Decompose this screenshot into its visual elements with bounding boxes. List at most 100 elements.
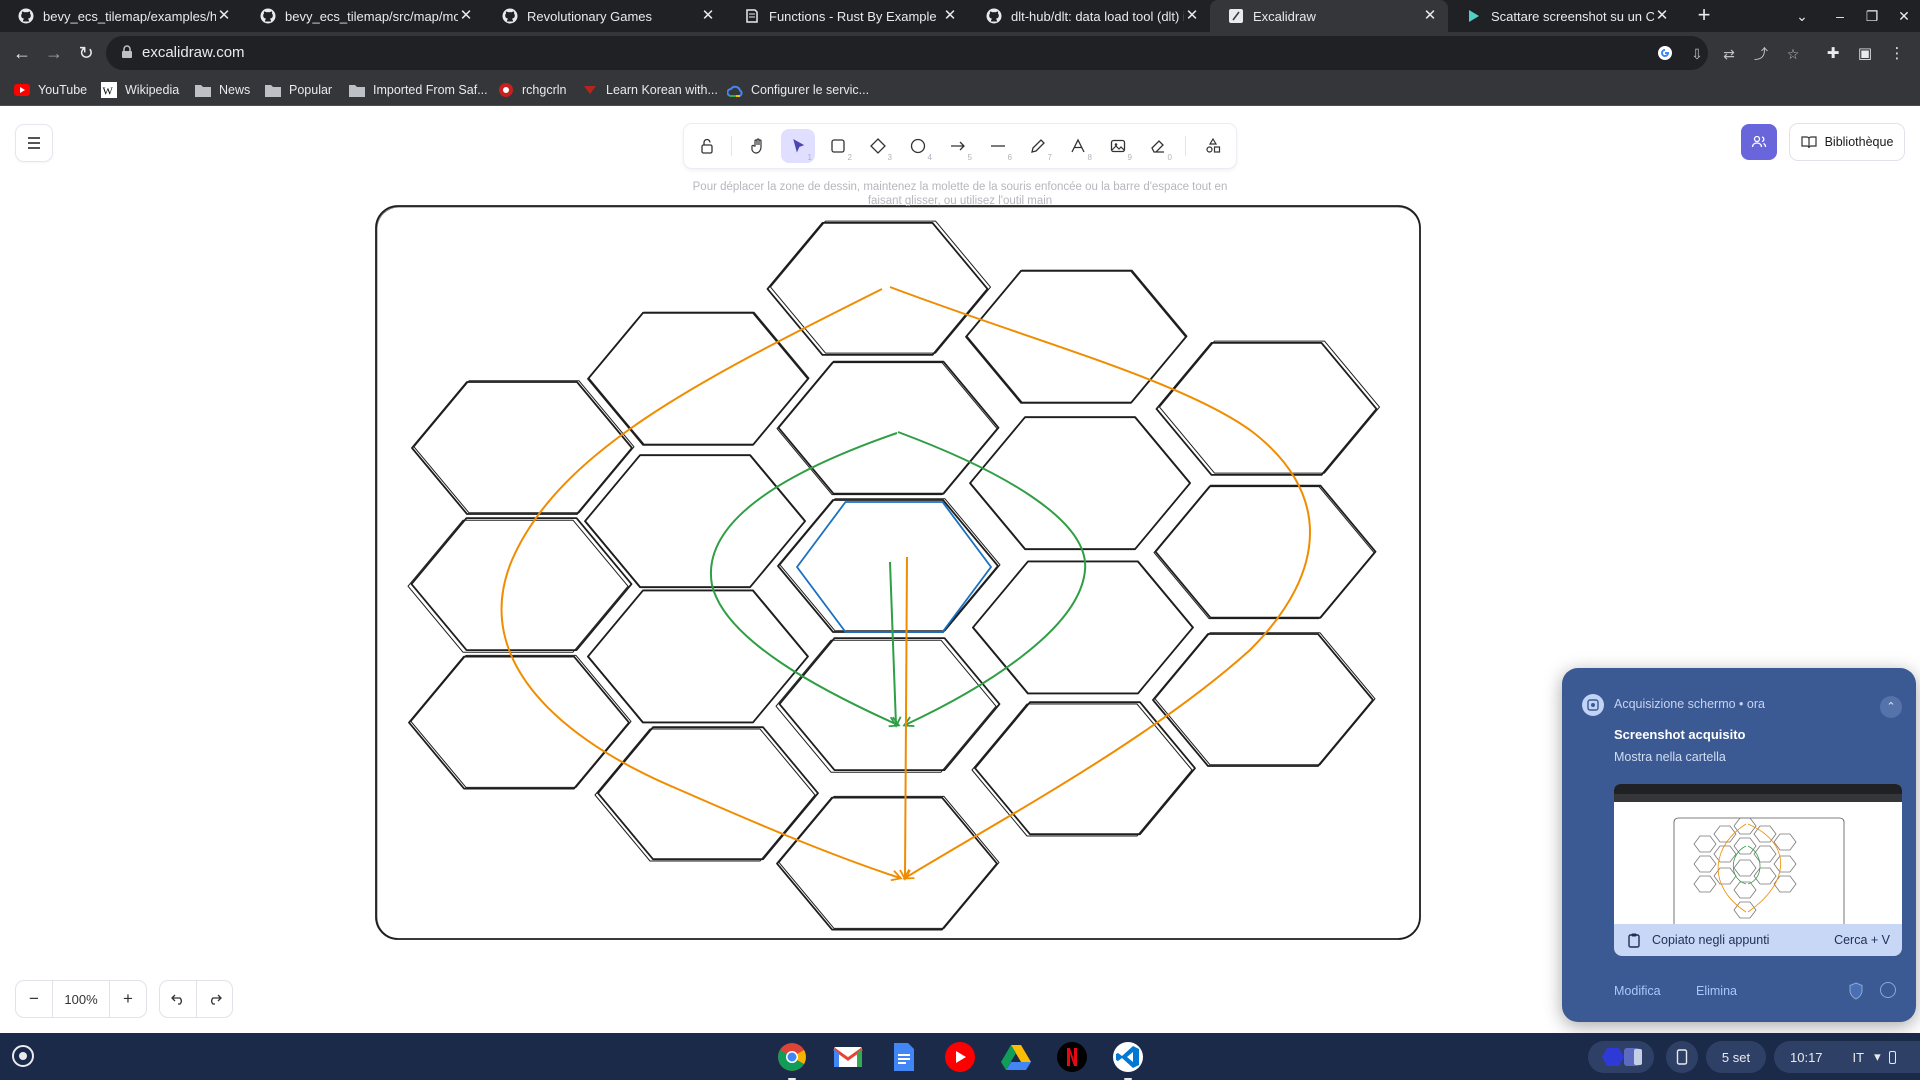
- tab-1[interactable]: bevy_ecs_tilemap/examples/hexagon_row.rs…: [0, 0, 242, 32]
- side-panel-icon[interactable]: ▣: [1855, 44, 1875, 64]
- tab-title: Scattare screenshot su un Chrom: [1491, 8, 1654, 24]
- tool-hand[interactable]: [741, 129, 775, 163]
- close-icon[interactable]: ✕: [458, 8, 474, 24]
- tab-7[interactable]: Scattare screenshot su un Chrom ✕: [1448, 0, 1680, 32]
- close-icon[interactable]: ✕: [942, 8, 958, 24]
- wikipedia-icon: W: [101, 82, 117, 98]
- bookmark-label: rchgcrln: [522, 83, 567, 97]
- bookmark-label: News: [219, 83, 251, 97]
- delete-button[interactable]: Elimina: [1696, 984, 1737, 998]
- shield-icon[interactable]: [1848, 982, 1864, 1000]
- restore-button[interactable]: ❐: [1856, 0, 1888, 32]
- minimize-button[interactable]: –: [1824, 0, 1856, 32]
- tool-extra[interactable]: [1196, 129, 1230, 163]
- bookmark-learn-korean[interactable]: Learn Korean with...: [582, 81, 718, 99]
- tool-ellipse[interactable]: 4: [901, 129, 935, 163]
- notification-source: Acquisizione schermo • ora: [1614, 697, 1765, 711]
- bookmark-google-cloud[interactable]: Configurer le servic...: [727, 81, 869, 99]
- tool-line[interactable]: 6: [981, 129, 1015, 163]
- github-icon: [502, 8, 518, 24]
- tab-2[interactable]: bevy_ecs_tilemap/src/map/mod.rs ✕: [242, 0, 484, 32]
- zoom-in-button[interactable]: +: [110, 981, 146, 1017]
- vscode-icon[interactable]: [1111, 1040, 1145, 1080]
- extensions-icon[interactable]: ✚: [1823, 44, 1843, 64]
- chromebook-help-icon: [1466, 8, 1482, 24]
- bookmark-label: Learn Korean with...: [606, 83, 718, 97]
- collaborate-button[interactable]: [1741, 124, 1777, 160]
- translate-icon[interactable]: ⇄: [1720, 45, 1738, 63]
- drive-icon[interactable]: [999, 1040, 1033, 1074]
- tool-diamond[interactable]: 3: [861, 129, 895, 163]
- book-open-icon: [1800, 136, 1817, 149]
- chrome-icon[interactable]: [775, 1040, 809, 1080]
- tool-lock[interactable]: [690, 129, 724, 163]
- status-tray-avatar[interactable]: [1588, 1041, 1654, 1073]
- tool-text[interactable]: 8: [1061, 129, 1095, 163]
- tab-6[interactable]: Excalidraw ✕: [1210, 0, 1448, 32]
- close-icon[interactable]: ✕: [1654, 8, 1670, 24]
- bookmark-folder-imported[interactable]: Imported From Saf...: [349, 81, 488, 99]
- settings-icon[interactable]: [1880, 982, 1896, 998]
- tab-5[interactable]: dlt-hub/dlt: data load tool (dlt) is ✕: [968, 0, 1210, 32]
- share-icon[interactable]: ⤴: [1752, 45, 1770, 63]
- tool-selection[interactable]: 1: [781, 129, 815, 163]
- back-button[interactable]: ←: [10, 41, 34, 65]
- more-menu-icon[interactable]: ⋮: [1887, 44, 1907, 64]
- docs-icon[interactable]: [887, 1040, 921, 1074]
- gmail-icon[interactable]: [831, 1040, 865, 1074]
- github-icon: [260, 8, 276, 24]
- new-tab-button[interactable]: +: [1692, 4, 1716, 28]
- notification-title: Screenshot acquisito: [1614, 727, 1746, 742]
- forward-button[interactable]: →: [42, 41, 66, 65]
- undo-redo-controls: [160, 981, 232, 1017]
- date-button[interactable]: 5 set: [1706, 1041, 1766, 1073]
- install-app-icon[interactable]: ⇩: [1688, 45, 1706, 63]
- netflix-icon[interactable]: [1055, 1040, 1089, 1074]
- close-window-button[interactable]: ✕: [1888, 0, 1920, 32]
- tool-arrow[interactable]: 5: [941, 129, 975, 163]
- tab-4[interactable]: Functions - Rust By Example ✕: [726, 0, 968, 32]
- zoom-controls: − 100% +: [16, 981, 146, 1017]
- bookmark-label: Popular: [289, 83, 333, 97]
- close-icon[interactable]: ✕: [700, 8, 716, 24]
- lock-icon: [122, 45, 132, 58]
- svg-text:W: W: [103, 86, 114, 98]
- zoom-out-button[interactable]: −: [16, 981, 52, 1017]
- excalidraw-icon: [1228, 8, 1244, 24]
- bookmark-folder-popular[interactable]: Popular: [265, 81, 332, 99]
- system-tray[interactable]: 10:17 IT ▾: [1774, 1041, 1920, 1073]
- library-button[interactable]: Bibliothèque: [1790, 124, 1904, 160]
- ellipse-icon: [910, 138, 926, 154]
- address-bar[interactable]: excalidraw.com: [106, 36, 1708, 70]
- tool-eraser[interactable]: 0: [1141, 129, 1175, 163]
- google-lens-icon[interactable]: [1656, 45, 1674, 63]
- tool-draw[interactable]: 7: [1021, 129, 1055, 163]
- close-icon[interactable]: ✕: [216, 8, 232, 24]
- tab-3[interactable]: Revolutionary Games ✕: [484, 0, 726, 32]
- screenshot-thumbnail[interactable]: [1614, 784, 1902, 934]
- phone-hub-button[interactable]: [1666, 1041, 1698, 1073]
- collapse-notification-button[interactable]: ⌃: [1880, 696, 1902, 718]
- tab-search-button[interactable]: ⌄: [1786, 0, 1818, 32]
- show-in-folder-link[interactable]: Mostra nella cartella: [1614, 750, 1726, 764]
- edit-button[interactable]: Modifica: [1614, 984, 1661, 998]
- bookmark-youtube[interactable]: YouTube: [14, 81, 87, 99]
- bookmark-rchgcrln[interactable]: rchgcrln: [498, 81, 566, 99]
- bookmark-star-icon[interactable]: ☆: [1784, 45, 1802, 63]
- youtube-icon[interactable]: [943, 1040, 977, 1074]
- bookmark-wikipedia[interactable]: W Wikipedia: [101, 81, 179, 99]
- close-icon[interactable]: ✕: [1422, 8, 1438, 24]
- folder-icon: [265, 82, 281, 98]
- bookmark-folder-news[interactable]: News: [195, 81, 250, 99]
- reload-button[interactable]: ↻: [74, 41, 98, 65]
- tool-rectangle[interactable]: 2: [821, 129, 855, 163]
- close-icon[interactable]: ✕: [1184, 8, 1200, 24]
- main-menu-button[interactable]: [16, 125, 52, 161]
- redo-button[interactable]: [196, 981, 232, 1017]
- zoom-value[interactable]: 100%: [52, 981, 110, 1017]
- tool-image[interactable]: 9: [1101, 129, 1135, 163]
- tab-title: Functions - Rust By Example: [769, 8, 937, 24]
- launcher-icon[interactable]: [12, 1045, 34, 1067]
- phone-icon: [1676, 1049, 1688, 1065]
- undo-button[interactable]: [160, 981, 196, 1017]
